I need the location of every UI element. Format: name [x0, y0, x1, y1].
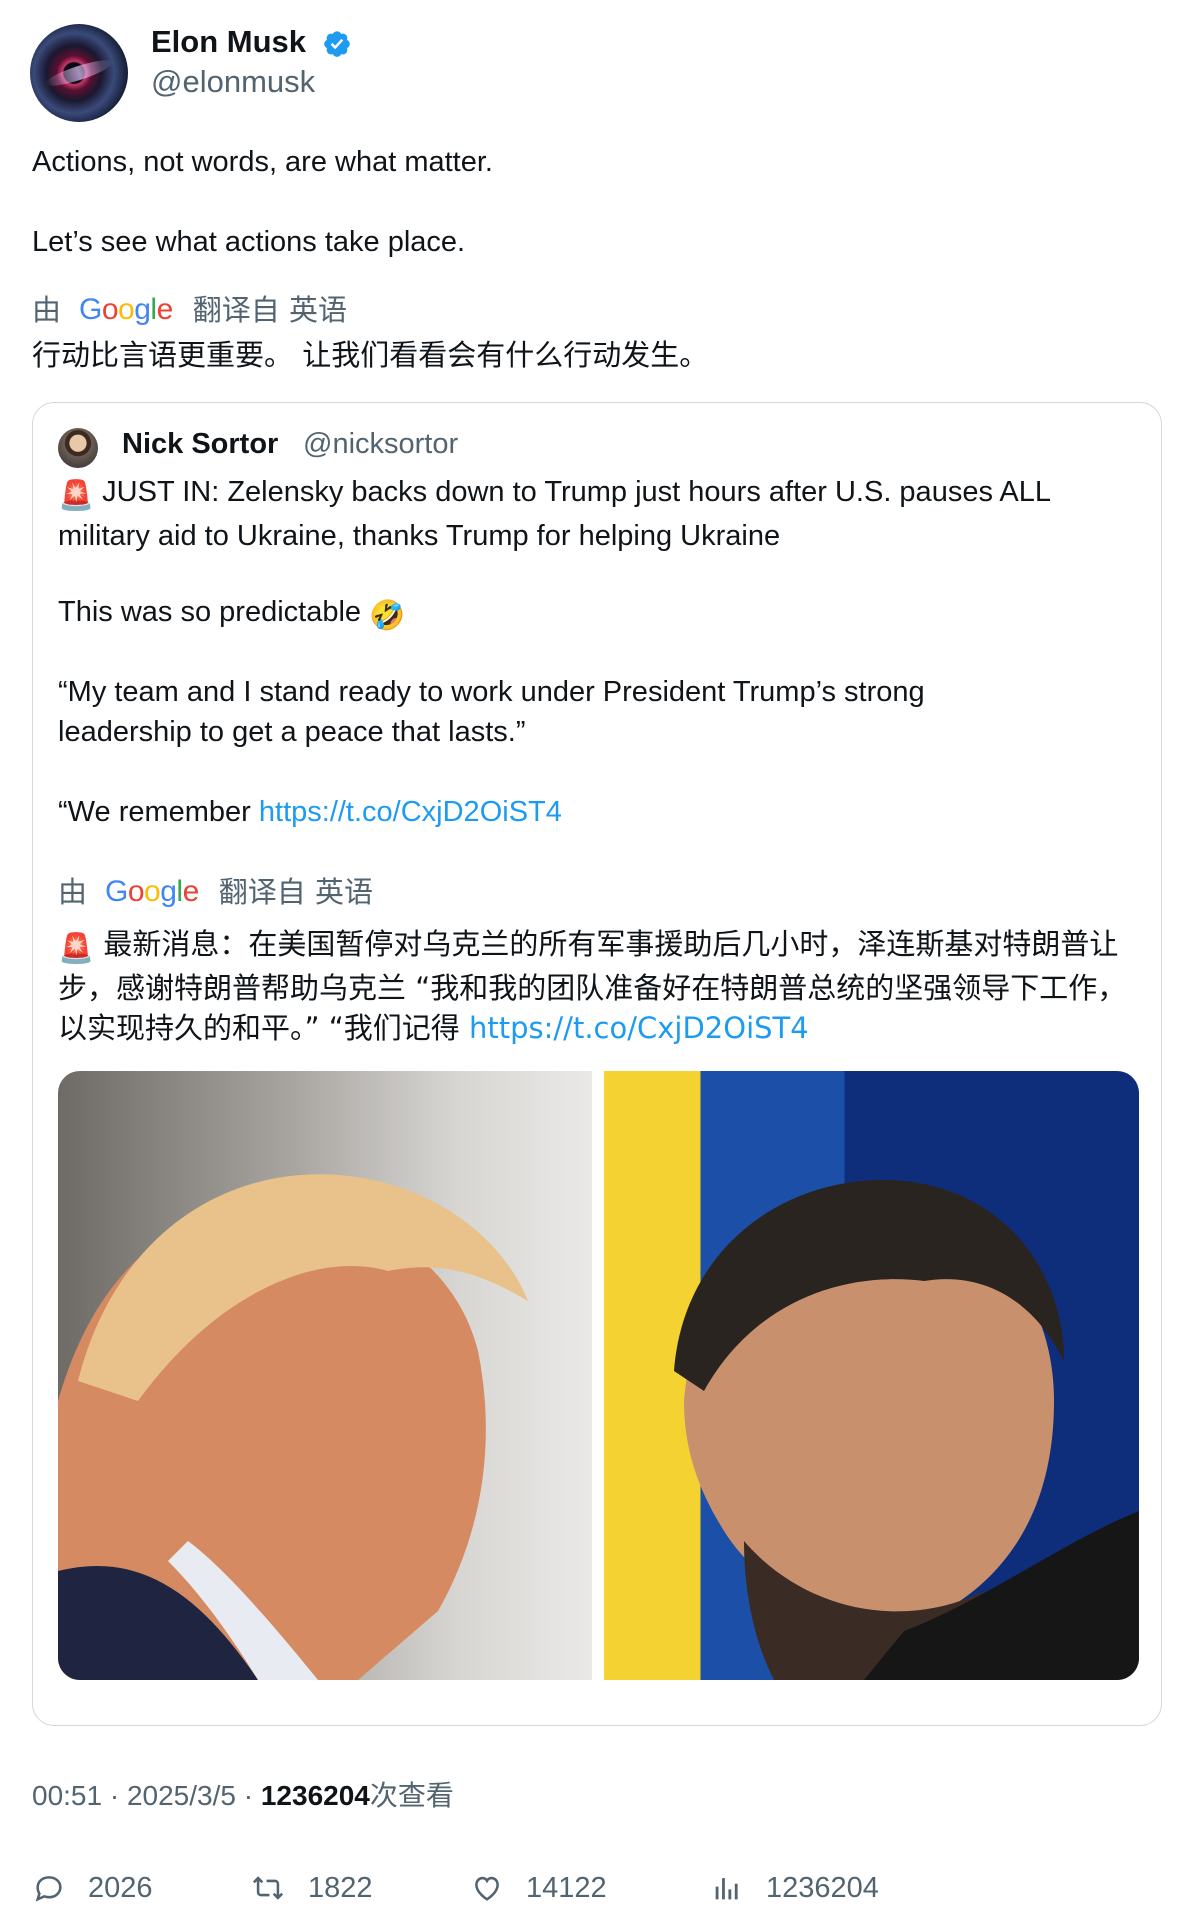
media-left-portrait [58, 1174, 528, 1680]
quoted-text-para4: “We remember https://t.co/CxjD2OiST4 [58, 796, 562, 828]
quoted-text-para1: 🚨 JUST IN: Zelensky backs down to Trump … [58, 476, 1050, 552]
quoted-translated-by-prefix: 由 [58, 875, 88, 909]
quoted-media-image[interactable] [58, 1071, 1139, 1680]
quoted-link[interactable]: https://t.co/CxjD2OiST4 [259, 796, 562, 828]
tweet-text-line1: Actions, not words, are what matter. [32, 146, 493, 178]
retweet-count: 1822 [308, 1872, 373, 1904]
heart-icon [475, 1876, 499, 1901]
tweet-time[interactable]: 00:51 [32, 1780, 102, 1811]
retweet-icon [252, 1876, 284, 1900]
tweet-translation: 行动比言语更重要。 让我们看看会有什么行动发生。 [32, 338, 709, 372]
siren-emoji-icon: 🚨 [58, 480, 95, 512]
tweet-meta: 00:51 · 2025/3/5 · 1236204次查看 [32, 1779, 454, 1812]
tweet-date[interactable]: 2025/3/5 [127, 1780, 236, 1811]
quoted-text-para2: This was so predictable 🤣 [58, 592, 1148, 636]
like-button[interactable]: 14122 [470, 1868, 607, 1908]
reply-button[interactable]: 2026 [32, 1868, 153, 1908]
media-right-panel [604, 1071, 1139, 1680]
author-name[interactable]: Elon Musk [151, 22, 306, 62]
quoted-translation-link[interactable]: https://t.co/CxjD2OiST4 [469, 1011, 809, 1045]
translated-by-prefix: 由 [32, 293, 62, 327]
quoted-text-para3: “My team and I stand ready to work under… [58, 676, 925, 748]
retweet-button[interactable]: 1822 [250, 1868, 373, 1908]
author-handle[interactable]: @elonmusk [151, 62, 315, 102]
media-divider [592, 1071, 604, 1680]
analytics-icon [715, 1878, 738, 1900]
translation-attribution: 由 Google 翻译自 英语 [32, 290, 347, 330]
like-count: 14122 [526, 1872, 607, 1904]
reply-icon [35, 1876, 62, 1902]
author-avatar[interactable] [30, 24, 128, 122]
quoted-translation: 🚨 最新消息：在美国暂停对乌克兰的所有军事援助后几小时，泽连斯基对特朗普让步，感… [58, 927, 1127, 1045]
quoted-translated-from-label: 翻译自 英语 [218, 875, 373, 909]
media-left-panel [58, 1071, 592, 1680]
reply-count: 2026 [88, 1872, 153, 1904]
views-button[interactable]: 1236204 [710, 1868, 879, 1908]
quoted-translation-attribution: 由 Google 翻译自 英语 [58, 872, 373, 912]
laughing-emoji-icon: 🤣 [369, 600, 406, 632]
quoted-author-name: Nick Sortor [122, 428, 279, 460]
quoted-author-avatar [58, 428, 98, 468]
quoted-author-handle: @nicksortor [303, 428, 459, 460]
tweet-text-line2: Let’s see what actions take place. [32, 226, 466, 258]
google-logo: Google [79, 293, 173, 326]
views-action-count: 1236204 [766, 1872, 879, 1904]
view-count: 1236204 [260, 1780, 370, 1811]
quoted-google-logo: Google [105, 875, 199, 908]
verified-badge-icon [324, 31, 350, 57]
media-right-portrait [674, 1180, 1139, 1680]
view-count-label: 次查看 [369, 1779, 454, 1812]
translated-from-label: 翻译自 英语 [192, 293, 347, 327]
